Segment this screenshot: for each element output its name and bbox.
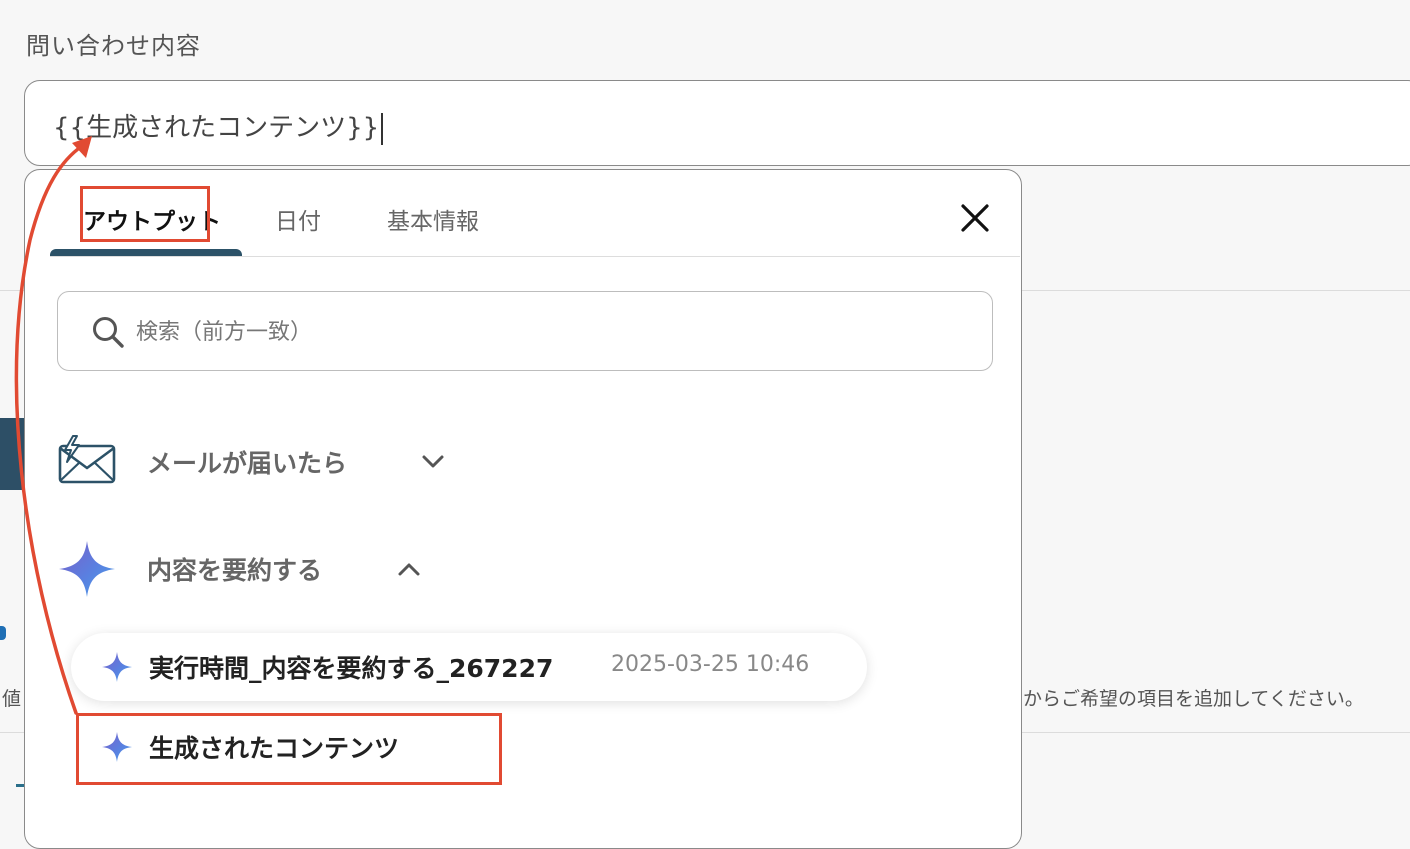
- item-name: 実行時間_内容を要約する_267227: [149, 654, 554, 683]
- ai-sparkle-icon: [59, 541, 115, 597]
- item-name: 生成されたコンテンツ: [149, 734, 400, 763]
- item-timestamp: 2025-03-25 10:46: [611, 652, 810, 677]
- output-item-generated-content[interactable]: 生成されたコンテンツ: [71, 715, 511, 779]
- search-box[interactable]: [57, 291, 993, 371]
- section-mail-received[interactable]: メールが届いたら: [57, 432, 457, 492]
- background-hint-text: からご希望の項目を追加してください。: [1023, 688, 1364, 710]
- tab-output[interactable]: アウトプット: [83, 202, 221, 236]
- tab-date[interactable]: 日付: [275, 202, 321, 236]
- tab-basic-info[interactable]: 基本情報: [387, 202, 479, 236]
- search-icon: [93, 317, 124, 348]
- text-caret: [381, 112, 384, 145]
- variable-picker-popup: アウトプット 日付 基本情報 メールが届いたら 内容を要約する: [24, 169, 1022, 849]
- background-indicator: [0, 626, 6, 640]
- section-label: 内容を要約する: [147, 556, 323, 585]
- input-value[interactable]: {{生成されたコンテンツ}}: [53, 107, 384, 145]
- section-summarize-content[interactable]: 内容を要約する: [57, 539, 437, 599]
- field-label: 問い合わせ内容: [26, 32, 201, 60]
- ai-sparkle-icon: [102, 652, 132, 682]
- output-item-execution-time[interactable]: 実行時間_内容を要約する_267227 2025-03-25 10:46: [71, 633, 867, 701]
- section-label: メールが届いたら: [147, 449, 348, 478]
- tabs-divider: [50, 256, 1020, 257]
- ai-sparkle-icon: [102, 732, 132, 762]
- close-icon[interactable]: [957, 200, 993, 236]
- chevron-down-icon: [422, 455, 444, 468]
- inquiry-content-input[interactable]: {{生成されたコンテンツ}}: [24, 80, 1410, 166]
- search-input[interactable]: [134, 308, 958, 356]
- chevron-up-icon: [398, 563, 420, 576]
- mail-icon: [58, 435, 116, 484]
- background-text-fragment: 値: [2, 688, 22, 710]
